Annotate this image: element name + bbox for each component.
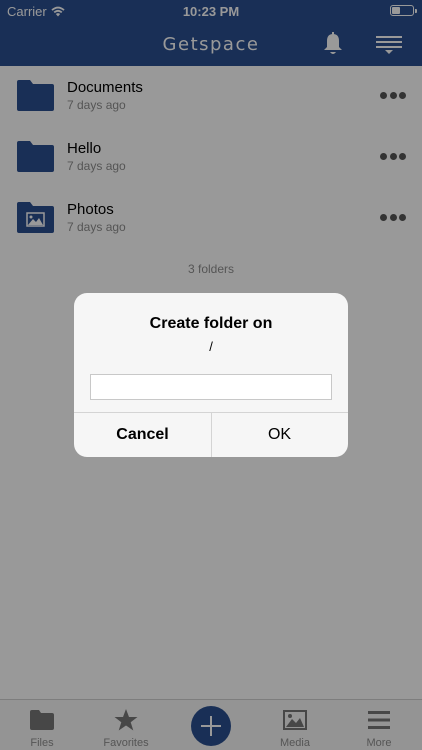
ok-button[interactable]: OK bbox=[211, 413, 348, 457]
create-folder-dialog: Create folder on / Cancel OK bbox=[74, 293, 348, 457]
folder-name-input[interactable] bbox=[90, 374, 332, 400]
dialog-path: / bbox=[209, 339, 213, 354]
dialog-title: Create folder on bbox=[149, 315, 273, 332]
cancel-button[interactable]: Cancel bbox=[74, 413, 211, 457]
